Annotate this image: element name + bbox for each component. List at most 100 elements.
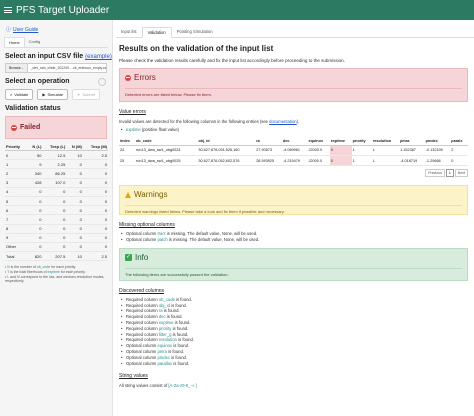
browse-button[interactable]: Browse...	[6, 64, 28, 72]
table-cell: 0	[66, 178, 83, 188]
select-csv-heading: Select an input CSV file (example)	[5, 53, 112, 60]
table-cell: 1	[351, 155, 372, 167]
pager-page-button[interactable]: 1	[445, 169, 454, 178]
documentation-link[interactable]: documentation	[269, 119, 296, 124]
table-cell: 3	[5, 178, 28, 188]
table-cell: -4.219479	[281, 155, 308, 167]
table-cell: 7	[5, 214, 28, 225]
table-cell: 0	[27, 187, 43, 197]
tab-input-list[interactable]: Input list	[116, 27, 142, 37]
table-row: Other 0 0 0 0	[5, 242, 108, 253]
errors-alert: Errors Detected errors are listed below.…	[119, 68, 468, 102]
magnifier-icon: ⌕	[10, 92, 13, 97]
table-cell: 0	[82, 205, 108, 216]
string-values-heading: String values	[119, 373, 148, 380]
table-cell: 10	[66, 251, 83, 262]
table-row: 0 50 12.5 10 2.5	[5, 150, 108, 161]
table-cell: 0	[82, 168, 108, 179]
table-row: 1 9 2.25 0 0	[5, 159, 108, 170]
table-cell: 0	[82, 196, 108, 207]
table-cell: 340	[27, 168, 43, 179]
validate-button[interactable]: ⌕ Validate	[5, 89, 34, 100]
table-cell: 0	[66, 196, 83, 207]
column-header: N (M)	[66, 143, 83, 151]
pager-previous-button[interactable]: Previous	[425, 169, 445, 178]
table-row: Total 820 207.5 10 2.5	[5, 251, 108, 262]
loading-spinner-icon	[98, 78, 106, 86]
column-header: obj_id	[197, 136, 256, 146]
results-title: Results on the validation of the input l…	[119, 44, 274, 53]
string-values-text: All string values consist of [A-Za-z0-9_…	[119, 383, 197, 389]
example-link[interactable]: (example)	[85, 54, 112, 60]
submit-button[interactable]: ✈ Submit	[72, 89, 100, 100]
table-cell: 25	[119, 155, 135, 167]
tab-home[interactable]: Home	[4, 37, 25, 47]
table-cell: J2000.0	[307, 145, 330, 156]
table-cell: 820	[27, 251, 43, 262]
table-row: 50000	[5, 196, 108, 207]
column-header: resolution	[371, 136, 400, 146]
table-cell: 6	[5, 205, 28, 216]
table-cell: 0	[27, 233, 43, 243]
table-cell: 0	[66, 159, 83, 170]
error-entries-table: index ob_code obj_id ra dec equinox exptime pri…	[119, 136, 468, 167]
user-guide-link[interactable]: ⓘ User Guide	[6, 26, 112, 34]
info-message: The following items are successfully pas…	[125, 267, 462, 277]
table-cell: 428	[27, 178, 43, 188]
table-cell: 0	[27, 205, 43, 216]
table-cell: 0	[42, 233, 67, 243]
table-cell: 0	[27, 224, 43, 234]
hamburger-menu-icon[interactable]	[4, 7, 12, 13]
table-cell: 0	[82, 178, 108, 188]
table-cell: 0	[329, 145, 352, 156]
errors-title: Errors	[134, 73, 156, 82]
discovered-columns-heading: Discovered columns	[119, 287, 165, 294]
table-cell: run13_dwa_sw1_obg0024	[134, 145, 198, 156]
table-cell: -0.132199	[424, 145, 451, 156]
table-cell: 0	[27, 242, 43, 253]
tab-pointing-simulation[interactable]: Pointing Simulation	[172, 27, 218, 37]
tab-config[interactable]: Config	[25, 37, 45, 47]
table-cell: 0	[66, 187, 83, 197]
list-item: Optional column patch is missing. The de…	[121, 237, 468, 243]
table-cell: 50	[27, 150, 43, 161]
missing-optional-list: Optional column tract is missing. The de…	[119, 231, 468, 243]
value-errors-list: exptime (positive float value)	[119, 127, 468, 133]
simulate-button[interactable]: ▶ Simulate	[37, 89, 69, 100]
warning-triangle-icon	[125, 191, 131, 198]
no-entry-icon	[125, 74, 131, 81]
errors-message: Detected errors are listed below. Please…	[125, 88, 462, 97]
table-cell: 30,627,876,091,526,160	[197, 145, 256, 156]
validation-status-heading: Validation status	[5, 105, 61, 112]
table-row: 90000	[5, 233, 108, 243]
value-errors-text: Invalid values are detected for the foll…	[119, 119, 300, 124]
table-cell: 0	[42, 187, 67, 197]
table-cell: L	[371, 155, 400, 167]
table-cell: 2	[450, 145, 468, 156]
column-header: dec	[281, 136, 308, 146]
no-entry-icon	[11, 124, 17, 131]
table-cell: 12.5	[42, 150, 67, 161]
table-cell: 2.5	[82, 251, 108, 262]
table-cell: 0	[82, 242, 108, 253]
table-cell: J2000.0	[307, 155, 330, 167]
table-row: 25 run13_dwa_sw1_obg0025 30,627,876,052,60…	[119, 155, 468, 167]
table-cell: 4	[5, 187, 28, 197]
table-cell: 1	[351, 145, 372, 156]
column-header: Texp (M)	[82, 143, 108, 151]
value-errors-heading: Value errors	[119, 109, 146, 115]
discovered-columns-list: Required column ob_code is found.Require…	[119, 297, 468, 367]
check-mark-icon: ✓	[125, 253, 132, 261]
table-cell: 0	[42, 214, 67, 225]
column-header: ob_code	[134, 136, 198, 146]
file-input[interactable]: Browse... _dev_ssb_cliste_202209 ...cit_…	[5, 63, 107, 73]
status-table: Priority N (L) Texp (L) N (M) Texp (M) 0 50 12…	[5, 143, 108, 262]
table-cell: 0	[66, 205, 83, 216]
column-header: N (L)	[27, 143, 43, 151]
tab-validation[interactable]: Validation	[141, 27, 172, 38]
column-header: exptime	[329, 136, 352, 146]
table-cell: 107.0	[42, 178, 67, 188]
failed-label: Failed	[20, 124, 41, 131]
pager-next-button[interactable]: Next	[454, 169, 468, 178]
table-cell: 9	[5, 233, 28, 243]
